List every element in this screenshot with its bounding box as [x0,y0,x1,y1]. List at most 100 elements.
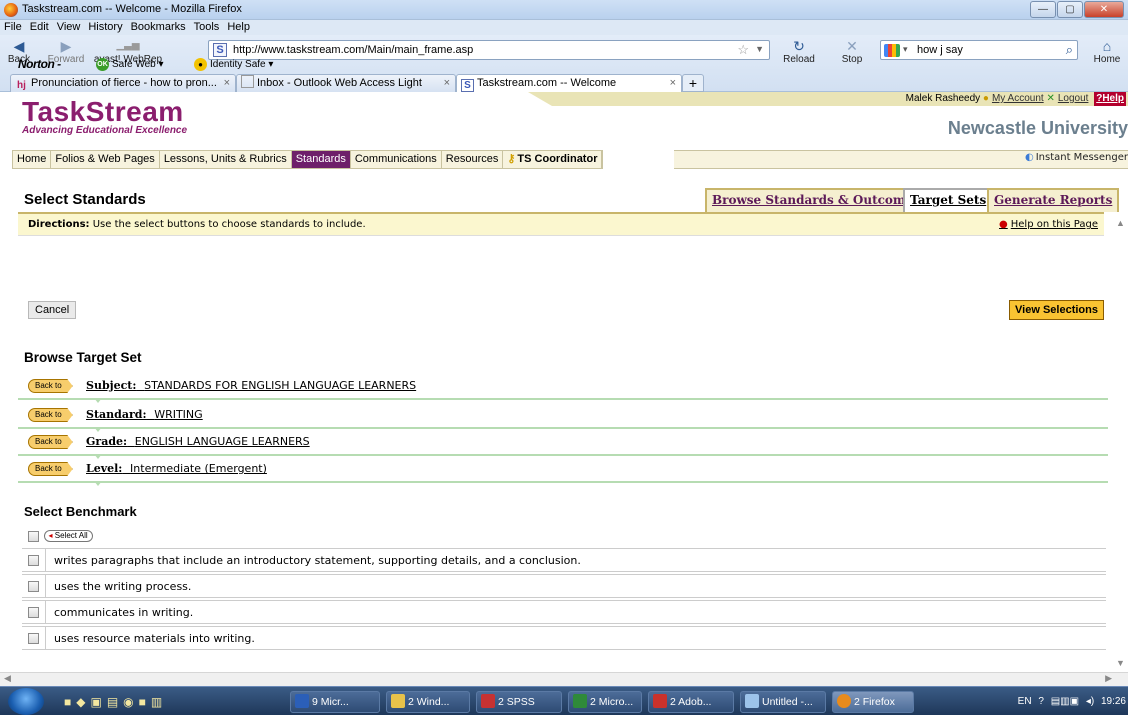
back-arrow-icon: ◀ [13,38,25,54]
menu-bookmarks[interactable]: Bookmarks [131,20,186,35]
tab-close-icon[interactable]: × [224,75,230,91]
window-titlebar: Taskstream.com -- Welcome - Mozilla Fire… [0,0,1128,20]
reload-icon: ↻ [793,38,805,54]
directions-text: Use the select buttons to choose standar… [92,219,366,230]
my-account-link[interactable]: My Account [992,93,1044,104]
stop-icon: ✕ [846,38,858,54]
benchmark-checkbox[interactable] [28,554,39,566]
search-engine-dropdown-icon[interactable]: ▾ [903,44,908,55]
breadcrumb-grade: Back to Grade: ENGLISH LANGUAGE LEARNERS [18,429,1108,459]
taskbar-spss[interactable]: 2 SPSS [476,691,562,713]
tab-target-sets[interactable]: Target Sets [903,188,994,212]
tab-close-icon[interactable]: × [444,75,450,91]
vertical-scrollbar[interactable]: ▲ ▼ [1114,218,1128,668]
select-all-row: ◂ Select All [28,530,93,542]
directions-label: Directions: [28,219,90,230]
scroll-up-icon[interactable]: ▲ [1116,218,1125,228]
word-icon [295,694,309,708]
breadcrumb-standard: Back to Standard: WRITING [18,402,1108,432]
back-to-standard-button[interactable]: Back to [28,408,73,422]
breadcrumb-grade-link[interactable]: Grade: ENGLISH LANGUAGE LEARNERS [86,435,310,448]
taskbar-word[interactable]: 9 Micr... [290,691,380,713]
menu-history[interactable]: History [88,20,122,35]
messenger-icon: ◐ [1024,152,1034,163]
taskbar-adobe[interactable]: 2 Adob... [648,691,734,713]
nav-home[interactable]: Home [13,151,52,168]
nav-folios[interactable]: Folios & Web Pages [51,151,160,168]
folder-icon [391,694,405,708]
clock[interactable]: 19:26 [1101,696,1126,707]
tab-outlook-inbox[interactable]: Inbox - Outlook Web Access Light × [236,74,456,92]
browse-target-set-heading: Browse Target Set [24,350,142,365]
taskbar-firefox[interactable]: 2 Firefox [832,691,914,713]
breadcrumb-level-link[interactable]: Level: Intermediate (Emergent) [86,462,267,475]
tab-close-icon[interactable]: × [670,75,676,91]
breadcrumb-level: Back to Level: Intermediate (Emergent) [18,456,1108,486]
windows-taskbar: ■◆▣▤◉■▥ 9 Micr... 2 Wind... 2 SPSS 2 Mic… [0,686,1128,715]
horizontal-scrollbar[interactable]: ◀ ▶ [0,672,1128,686]
url-text: http://www.taskstream.com/Main/main_fram… [233,44,474,56]
tab-pronunciation[interactable]: hj Pronunciation of fierce - how to pron.… [10,74,236,92]
menu-file[interactable]: File [4,20,22,35]
help-link[interactable]: ?Help [1094,92,1126,106]
menu-tools[interactable]: Tools [194,20,220,35]
account-icon: ● [982,93,989,104]
benchmark-row: uses resource materials into writing. [22,626,1106,650]
breadcrumb-subject: Back to Subject: STANDARDS FOR ENGLISH L… [18,373,1108,403]
user-bar: Malek Rasheedy ● My Account ✕ Logout ?Help [528,92,1128,106]
close-button[interactable]: ✕ [1084,1,1124,18]
volume-icon[interactable]: ◂) [1086,696,1094,707]
scroll-down-icon[interactable]: ▼ [1116,658,1125,668]
tray-icons[interactable]: ▤▥▣ [1051,696,1079,707]
select-all-button[interactable]: ◂ Select All [43,530,93,542]
cancel-button[interactable]: Cancel [28,301,77,319]
select-benchmark-heading: Select Benchmark [24,504,137,519]
nav-ts-coordinator[interactable]: ⚷ TS Coordinator [503,151,603,168]
nav-resources[interactable]: Resources [442,151,504,168]
nav-standards[interactable]: Standards [291,151,351,168]
left-arrow-icon: ◂ [48,531,53,540]
menu-help[interactable]: Help [227,20,250,35]
menu-bar: File Edit View History Bookmarks Tools H… [0,20,1128,35]
tab-taskstream[interactable]: S Taskstream.com -- Welcome × [456,74,682,92]
scroll-right-icon[interactable]: ▶ [1105,673,1112,684]
tab-browse-standards[interactable]: Browse Standards & Outcomes [705,188,928,212]
minimize-button[interactable]: — [1030,1,1056,18]
breadcrumb-standard-link[interactable]: Standard: WRITING [86,408,203,421]
maximize-button[interactable]: ▢ [1057,1,1083,18]
breadcrumb-subject-link[interactable]: Subject: STANDARDS FOR ENGLISH LANGUAGE … [86,379,416,392]
main-nav: Home Folios & Web Pages Lessons, Units &… [12,150,604,169]
help-tray-icon[interactable]: ? [1038,696,1044,707]
url-dropdown-icon[interactable]: ▼ [755,44,764,54]
brand-name: TaskStream [22,96,184,127]
identity-safe-button[interactable]: ● Identity Safe ▾ [194,56,273,73]
language-indicator[interactable]: EN [1018,696,1032,707]
new-tab-button[interactable]: + [682,74,704,92]
start-button[interactable] [8,688,44,715]
logout-link[interactable]: Logout [1058,93,1089,104]
taskbar-untitled[interactable]: Untitled -... [740,691,826,713]
tab-generate-reports[interactable]: Generate Reports [987,188,1120,212]
back-to-subject-button[interactable]: Back to [28,379,73,393]
back-to-level-button[interactable]: Back to [28,462,73,476]
quick-launch[interactable]: ■◆▣▤◉■▥ [64,695,167,709]
safe-web-button[interactable]: OK Safe Web ▾ [96,56,164,73]
nav-communications[interactable]: Communications [351,151,442,168]
help-on-page-link[interactable]: ● Help on this Page [999,214,1098,236]
norton-toolbar: Norton - OK Safe Web ▾ ● Identity Safe ▾ [0,56,1128,73]
taskstream-favicon-icon: S [461,79,474,92]
benchmark-checkbox[interactable] [28,580,39,592]
view-selections-button[interactable]: View Selections [1009,300,1104,320]
taskbar-excel[interactable]: 2 Micro... [568,691,642,713]
scroll-left-icon[interactable]: ◀ [4,673,11,684]
menu-edit[interactable]: Edit [30,20,49,35]
select-all-checkbox[interactable] [28,530,39,542]
benchmark-checkbox[interactable] [28,606,39,618]
nav-lessons[interactable]: Lessons, Units & Rubrics [160,151,292,168]
instant-messenger-link[interactable]: ◐ Instant Messenger [1025,152,1128,163]
norton-brand[interactable]: Norton - [18,56,61,73]
benchmark-checkbox[interactable] [28,632,39,644]
menu-view[interactable]: View [57,20,81,35]
taskbar-windows[interactable]: 2 Wind... [386,691,470,713]
back-to-grade-button[interactable]: Back to [28,435,73,449]
